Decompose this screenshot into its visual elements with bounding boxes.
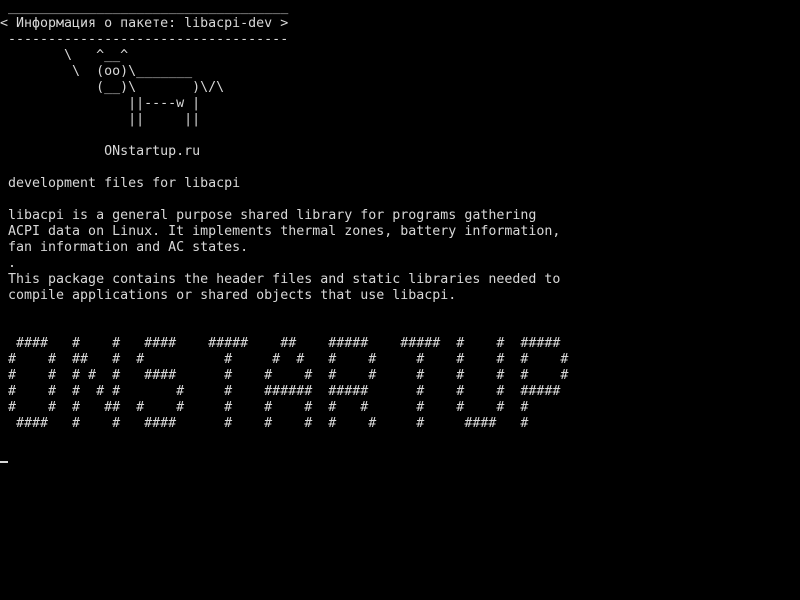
package-description-line: libacpi is a general purpose shared libr… — [0, 208, 537, 223]
terminal-screen[interactable]: ___________________________________ < Ин… — [0, 0, 800, 600]
cow-art-line: \ (oo)\_______ — [0, 64, 193, 79]
banner-art-line: # # # # # # # ###### ##### # # # ##### — [0, 384, 561, 399]
banner-art-line: # # # ## # # # # # # # # # # # — [0, 400, 529, 415]
cowsay-bottom-border: ----------------------------------- — [0, 32, 289, 47]
cow-art-line: ||----w | — [0, 96, 201, 111]
cowsay-top-border: ___________________________________ — [0, 0, 289, 15]
banner-art-line: #### # # #### ##### ## ##### ##### # # #… — [0, 336, 561, 351]
cow-art-line: \ ^__^ — [0, 48, 129, 63]
package-description-line: . — [0, 256, 17, 271]
package-description-line: compile applications or shared objects t… — [0, 288, 457, 303]
banner-art-line: # # ## # # # # # # # # # # # # — [0, 352, 569, 367]
cow-art-line: || || — [0, 112, 201, 127]
package-description-line: fan information and AC states. — [0, 240, 249, 255]
package-description-line: ACPI data on Linux. It implements therma… — [0, 224, 561, 239]
banner-art-line: #### # # #### # # # # # # #### # — [0, 416, 529, 431]
text-cursor — [0, 461, 8, 463]
banner-art-line: # # # # # #### # # # # # # # # # # — [0, 368, 569, 383]
package-summary: development files for libacpi — [0, 176, 241, 191]
cowsay-message: < Информация о пакете: libacpi-dev > — [0, 16, 289, 31]
site-name: ONstartup.ru — [0, 144, 201, 159]
package-description-line: This package contains the header files a… — [0, 272, 561, 287]
cow-art-line: (__)\ )\/\ — [0, 80, 225, 95]
